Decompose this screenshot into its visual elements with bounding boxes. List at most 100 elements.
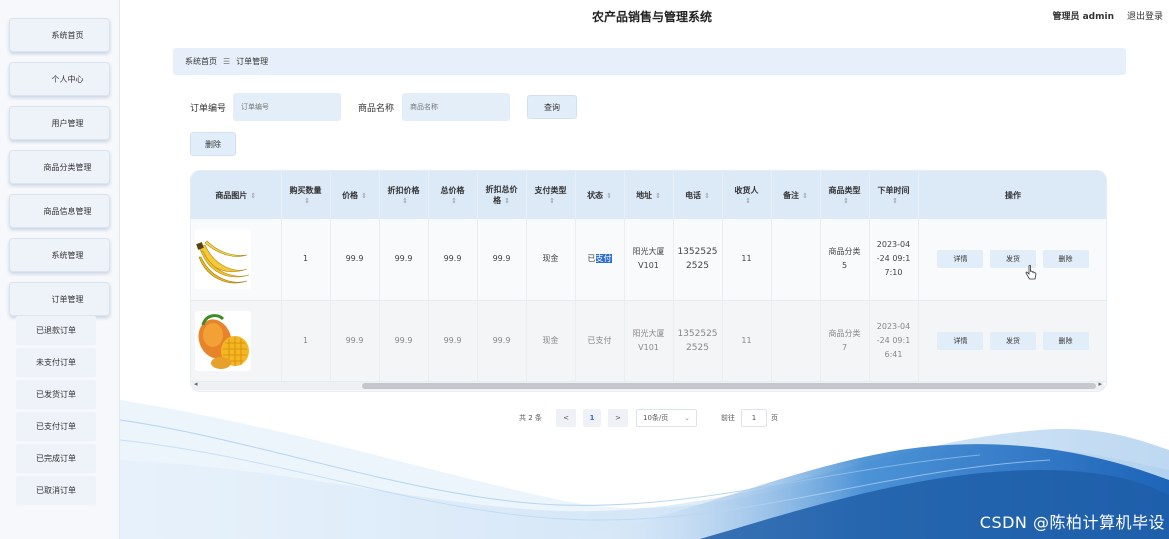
sidebar-subitem-completed-orders[interactable]: 已完成订单 (16, 444, 96, 473)
sidebar-item-label: 系统管理 (51, 250, 84, 260)
column-header-actions: 操作 (918, 171, 1106, 219)
delete-selected-button[interactable]: 删除 (190, 132, 236, 156)
column-header-order-time[interactable]: 下单时间 ⇕ (869, 171, 919, 219)
sidebar-subitem-refunded-orders[interactable]: 已退款订单 (16, 316, 96, 345)
table-horizontal-scrollbar[interactable]: ◂ ▸ (192, 380, 1104, 390)
sort-icon[interactable]: ⇕ (402, 197, 408, 205)
sidebar-item-user-management[interactable]: 用户管理 (9, 106, 110, 140)
sidebar-item-label: 商品信息管理 (43, 206, 92, 216)
column-header-image[interactable]: 商品图片 ⇕ (191, 171, 282, 219)
watermark: CSDN @陈柏计算机毕设 (979, 513, 1165, 532)
column-header-address[interactable]: 地址 ⇕ (624, 171, 674, 219)
pay-type-cell: 现金 (526, 300, 576, 382)
sort-icon[interactable]: ⇕ (504, 197, 510, 205)
quantity-cell: 1 (281, 219, 331, 301)
order-time-cell: 2023-04 -24 09:1 7:10 (869, 219, 919, 301)
mango-image[interactable] (195, 310, 251, 371)
receiver-cell: 11 (722, 219, 772, 301)
column-header-status[interactable]: 状态 ⇕ (575, 171, 625, 219)
price-cell: 99.9 (330, 219, 380, 301)
sidebar-item-personal-center[interactable]: 个人中心 (9, 62, 110, 96)
discount-price-cell: 99.9 (379, 300, 429, 382)
product-image-cell (191, 300, 282, 382)
total-cell: 99.9 (428, 300, 478, 382)
next-page-button[interactable]: > (608, 409, 628, 427)
page-1-button[interactable]: 1 (583, 409, 601, 427)
column-header-pay-type[interactable]: 支付类型 ⇕ (526, 171, 576, 219)
actions-cell: 详情 发货 删除 (918, 300, 1106, 382)
sidebar-item-home[interactable]: 系统首页 (9, 18, 110, 52)
sort-icon[interactable]: ⇕ (745, 197, 751, 205)
order-no-input[interactable] (233, 93, 341, 121)
price-cell: 99.9 (330, 300, 380, 382)
sidebar-subitem-label: 已退款订单 (36, 326, 76, 335)
status-cell: 已支付 (575, 300, 625, 382)
status-cell: 已支付 (575, 219, 625, 301)
sidebar-subitem-label: 已发货订单 (36, 390, 76, 399)
column-header-total[interactable]: 总价格 ⇕ (428, 171, 478, 219)
column-header-discount-price[interactable]: 折扣价格 ⇕ (379, 171, 429, 219)
scrollbar-thumb[interactable] (362, 383, 1096, 389)
page-size-select[interactable]: 10条/页 ⌄ (636, 409, 697, 427)
discount-price-cell: 99.9 (379, 219, 429, 301)
sort-icon[interactable]: ⇕ (802, 192, 808, 200)
goto-page-input[interactable]: 1 (741, 409, 767, 427)
address-cell: 阳光大厦 V101 (624, 219, 674, 301)
column-header-discount-total[interactable]: 折扣总价格 ⇕ (477, 171, 527, 219)
note-cell (771, 219, 821, 301)
product-name-input[interactable] (402, 93, 510, 121)
column-header-quantity[interactable]: 购买数量 ⇕ (281, 171, 331, 219)
chevron-down-icon: ⌄ (684, 414, 690, 422)
detail-button[interactable]: 详情 (937, 250, 984, 269)
selected-text: 支付 (595, 254, 612, 264)
breadcrumb-home[interactable]: 系统首页 (185, 56, 217, 67)
sort-icon[interactable]: ⇕ (606, 192, 612, 200)
sort-icon[interactable]: ⇕ (655, 192, 661, 200)
column-header-phone[interactable]: 电话 ⇕ (673, 171, 723, 219)
sidebar-subitem-label: 已完成订单 (36, 454, 76, 463)
column-header-price[interactable]: 价格 ⇕ (330, 171, 380, 219)
sidebar-item-system-management[interactable]: 系统管理 (9, 238, 110, 272)
sidebar: 系统首页 个人中心 用户管理 商品分类管理 商品信息管理 系统管理 订单管理 已… (0, 0, 120, 539)
sort-icon[interactable]: ⇕ (451, 197, 457, 205)
scroll-left-icon[interactable]: ◂ (194, 380, 198, 388)
delete-button[interactable]: 删除 (1042, 331, 1089, 350)
query-button[interactable]: 查询 (527, 95, 577, 119)
sort-icon[interactable]: ⇕ (704, 192, 710, 200)
scroll-right-icon[interactable]: ▸ (1098, 380, 1102, 388)
sort-icon[interactable]: ⇕ (361, 192, 367, 200)
delete-button[interactable]: 删除 (1042, 250, 1089, 269)
ship-button[interactable]: 发货 (990, 331, 1036, 350)
sidebar-subitem-paid-orders[interactable]: 已支付订单 (16, 412, 96, 441)
discount-total-cell: 99.9 (477, 300, 527, 382)
top-bar: 农产品销售与管理系统 管理员 admin 退出登录 (120, 0, 1169, 32)
prev-page-button[interactable]: < (556, 409, 576, 427)
goto-label: 前往 (721, 414, 735, 422)
logout-link[interactable]: 退出登录 (1127, 9, 1163, 22)
sidebar-item-category-management[interactable]: 商品分类管理 (9, 150, 110, 184)
column-header-note[interactable]: 备注 ⇕ (771, 171, 821, 219)
address-cell: 阳光大厦 V101 (624, 300, 674, 382)
sort-icon[interactable]: ⇕ (304, 197, 310, 205)
sidebar-item-order-management[interactable]: 订单管理 (9, 282, 110, 316)
sidebar-subitem-cancelled-orders[interactable]: 已取消订单 (16, 476, 96, 505)
order-time-cell: 2023-04 -24 09:1 6:41 (869, 300, 919, 382)
actions-cell: 详情 发货 删除 (918, 219, 1106, 301)
detail-button[interactable]: 详情 (937, 331, 984, 350)
sidebar-subitem-label: 已取消订单 (36, 486, 76, 495)
sort-icon[interactable]: ⇕ (892, 197, 898, 205)
sidebar-subitem-shipped-orders[interactable]: 已发货订单 (16, 380, 96, 409)
phone-cell: 1352525 2525 (673, 300, 723, 382)
sidebar-item-product-management[interactable]: 商品信息管理 (9, 194, 110, 228)
sort-icon[interactable]: ⇕ (843, 197, 849, 205)
sort-icon[interactable]: ⇕ (250, 192, 256, 200)
column-header-receiver[interactable]: 收货人 ⇕ (722, 171, 772, 219)
page-size-value: 10条/页 (643, 414, 669, 422)
banana-image[interactable] (195, 229, 251, 290)
sort-icon[interactable]: ⇕ (549, 197, 555, 205)
table-row: 1 99.9 99.9 99.9 99.9 现金 已支付 阳光大厦 V101 13… (191, 300, 1106, 382)
sidebar-item-label: 用户管理 (51, 118, 84, 128)
column-header-category[interactable]: 商品类型 ⇕ (820, 171, 870, 219)
receiver-cell: 11 (722, 300, 772, 382)
sidebar-subitem-unpaid-orders[interactable]: 未支付订单 (16, 348, 96, 377)
